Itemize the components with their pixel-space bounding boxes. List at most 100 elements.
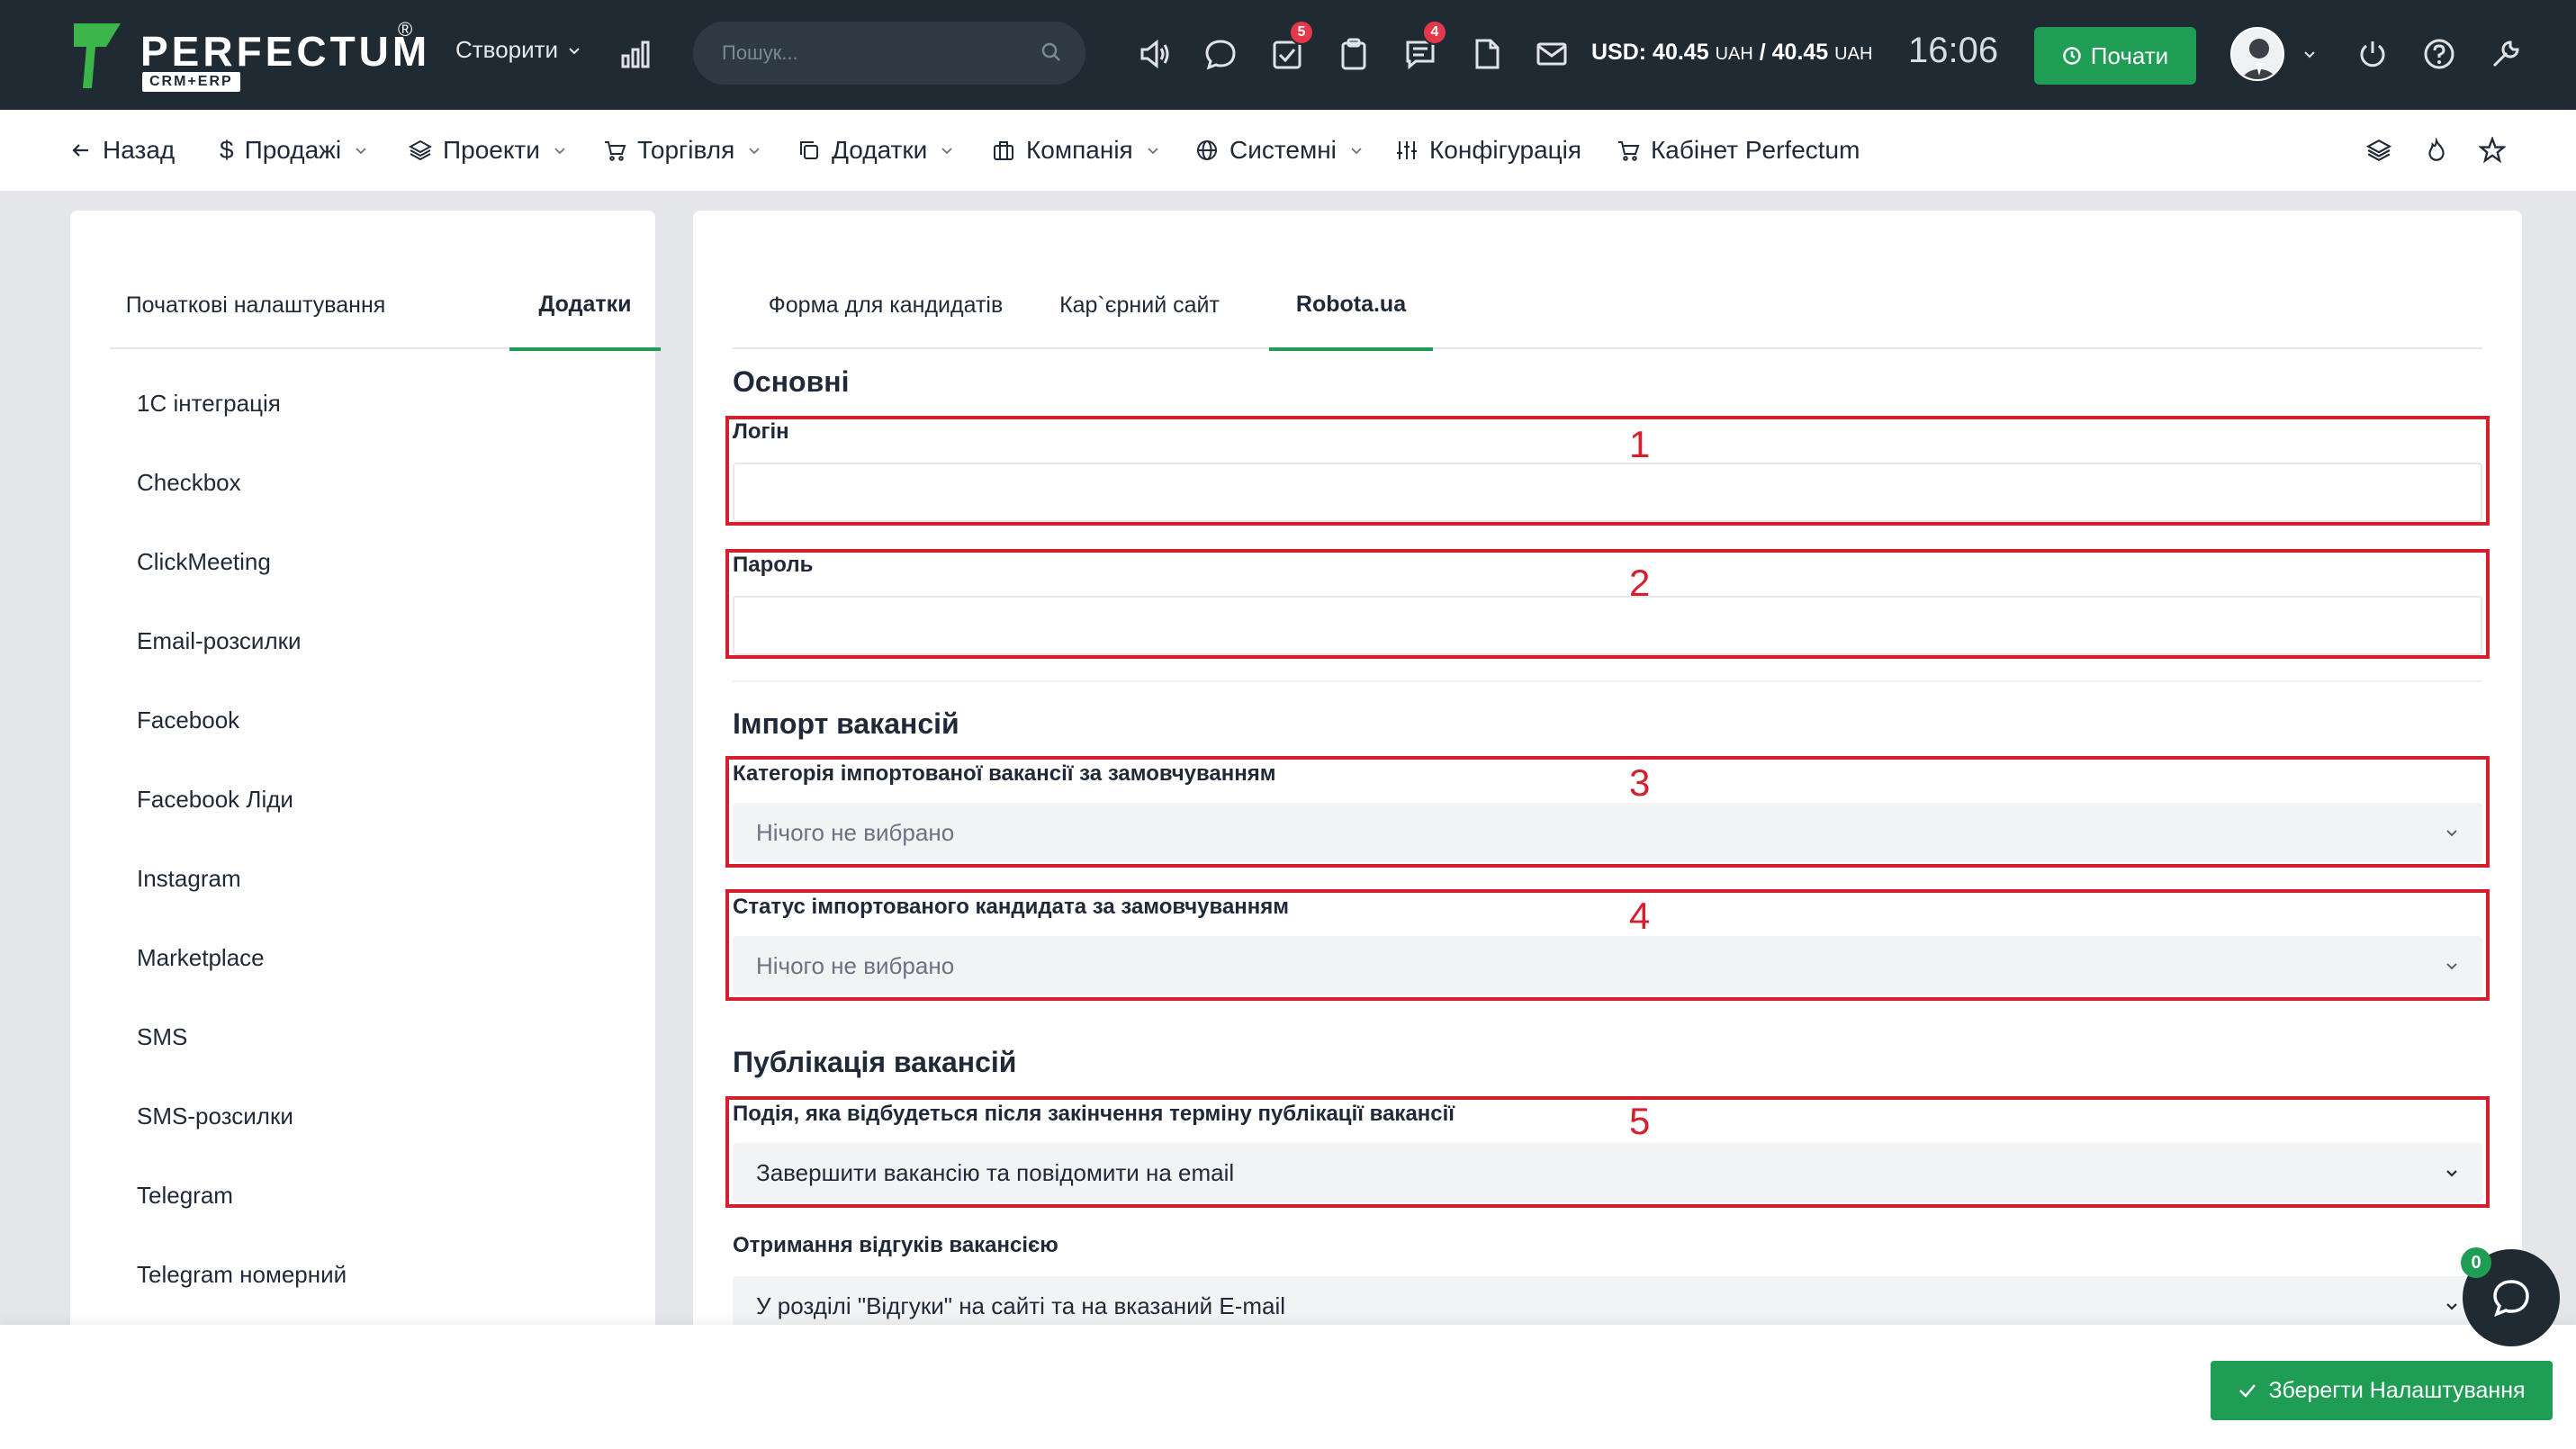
search-icon[interactable]	[1040, 41, 1062, 63]
sidebar-item-telegram[interactable]: Telegram	[137, 1156, 347, 1235]
chevron-down-icon	[941, 148, 952, 155]
nav-back[interactable]: Назад	[70, 110, 175, 191]
search-input[interactable]	[722, 22, 1028, 85]
nav-system[interactable]: Системні	[1195, 110, 1364, 191]
copy-icon	[800, 141, 818, 159]
sidebar-item-telegram-number[interactable]: Telegram номерний	[137, 1235, 347, 1314]
password-label: Пароль	[733, 553, 814, 577]
start-label: Почати	[2090, 41, 2169, 69]
star-icon[interactable]	[2475, 133, 2509, 167]
chevron-down-icon	[749, 148, 760, 155]
save-settings-button[interactable]: Зберегти Налаштування	[2211, 1361, 2553, 1420]
nav-addons-label: Додатки	[832, 136, 928, 164]
chevron-down-icon	[554, 148, 565, 155]
help-icon[interactable]	[2419, 32, 2459, 76]
nav-trade[interactable]: Торгівля	[603, 110, 761, 191]
tab-career-site[interactable]: Кар`єрний сайт	[1039, 261, 1240, 349]
event-value: Завершити вакансію та повідомити на emai…	[756, 1158, 1235, 1186]
layers-toggle-icon[interactable]	[2362, 133, 2396, 167]
chat-badge: 0	[2461, 1247, 2491, 1278]
annotation-number-5: 5	[1629, 1100, 1651, 1142]
sidebar-item-1c[interactable]: 1С інтеграція	[137, 364, 347, 443]
content-tabs: Форма для кандидатів Кар`єрний сайт Robo…	[733, 261, 2482, 351]
settings-content: Форма для кандидатів Кар`єрний сайт Robo…	[693, 211, 2522, 1449]
password-field[interactable]	[733, 596, 2482, 655]
tasks-badge: 5	[1289, 20, 1314, 45]
arrow-left-icon	[72, 144, 88, 157]
analytics-icon[interactable]	[616, 32, 655, 76]
cart-icon	[1618, 141, 1640, 161]
chevron-down-icon	[1351, 148, 1362, 155]
status-label: Статус імпортованого кандидата за замовч…	[733, 895, 1290, 919]
tab-robota-ua[interactable]: Robota.ua	[1269, 261, 1433, 351]
login-label: Логін	[733, 419, 789, 444]
nav-system-label: Системні	[1229, 136, 1337, 164]
nav-config[interactable]: Конфігурація	[1395, 110, 1581, 191]
category-label: Категорія імпортованої вакансії за замов…	[733, 761, 1276, 786]
nav-sales[interactable]: $ Продажі	[220, 110, 368, 191]
settings-wrench-icon[interactable]	[2486, 32, 2526, 76]
annotation-number-3: 3	[1629, 761, 1651, 804]
announcements-icon[interactable]	[1134, 32, 1174, 76]
annotation-number-1: 1	[1629, 423, 1651, 465]
footer-bar: Зберегти Налаштування	[0, 1325, 2576, 1449]
fire-icon[interactable]	[2419, 133, 2454, 167]
chevron-down-icon	[2446, 1303, 2457, 1310]
sidebar-item-sms[interactable]: SMS	[137, 997, 347, 1076]
create-menu[interactable]: Створити	[455, 36, 581, 64]
power-icon[interactable]	[2353, 32, 2392, 76]
responses-label: Отримання відгуків вакансією	[733, 1233, 1058, 1257]
sidebar-item-checkbox[interactable]: Checkbox	[137, 443, 347, 522]
nav-config-label: Конфігурація	[1429, 136, 1582, 164]
tab-initial-settings[interactable]: Початкові налаштування	[110, 261, 401, 349]
search-box	[693, 22, 1085, 85]
nav-sales-label: Продажі	[244, 136, 342, 164]
mail-icon[interactable]	[1532, 32, 1572, 76]
settings-sidebar: Початкові налаштування Додатки 1С інтегр…	[70, 211, 661, 1449]
tab-addons[interactable]: Додатки	[509, 261, 661, 351]
nav-projects[interactable]: Проекти	[409, 110, 567, 191]
cart-icon	[605, 141, 626, 161]
sidebar-item-facebook-leads[interactable]: Facebook Ліди	[137, 760, 347, 839]
clipboard-icon[interactable]	[1334, 32, 1374, 76]
addons-list: 1С інтеграція Checkbox ClickMeeting Emai…	[137, 364, 347, 1314]
sidebar-item-sms-mailing[interactable]: SMS-розсилки	[137, 1076, 347, 1156]
create-label: Створити	[455, 36, 559, 63]
user-avatar[interactable]	[2230, 27, 2284, 81]
check-icon	[2239, 1384, 2256, 1398]
status-select[interactable]: Нічого не вибрано	[733, 936, 2482, 995]
nav-company[interactable]: Компанія	[992, 110, 1160, 191]
section-basic: Основні	[733, 365, 850, 398]
category-select[interactable]: Нічого не вибрано	[733, 803, 2482, 862]
dollar-icon: $	[220, 136, 234, 164]
chevron-down-icon	[569, 47, 580, 54]
sidebar-item-facebook[interactable]: Facebook	[137, 680, 347, 760]
user-menu-chevron-icon[interactable]	[2302, 47, 2317, 61]
start-timer-button[interactable]: Почати	[2034, 27, 2196, 85]
messages-icon[interactable]: 4	[1401, 20, 1447, 76]
document-icon[interactable]	[1467, 32, 1507, 76]
currency-rate: USD: 40.45 UAH / 40.45 UAH	[1591, 40, 1872, 66]
currency-sep: / 40.45	[1752, 40, 1835, 65]
briefcase-icon	[994, 141, 1013, 160]
tab-candidate-form[interactable]: Форма для кандидатів	[733, 261, 1039, 349]
chat-icon[interactable]	[1201, 32, 1240, 76]
main-nav: Назад $ Продажі Проекти Торгівля Додатки…	[0, 110, 2576, 191]
tasks-icon[interactable]: 5	[1267, 20, 1314, 76]
sidebar-tabs: Початкові налаштування Додатки	[110, 261, 661, 351]
brand-name: PERFECTUM	[140, 28, 431, 75]
brand-logo[interactable]: PERFECTUM ® CRM+ERP	[70, 18, 431, 94]
sidebar-item-clickmeeting[interactable]: ClickMeeting	[137, 522, 347, 601]
chevron-down-icon	[356, 148, 366, 155]
event-select[interactable]: Завершити вакансію та повідомити на emai…	[733, 1143, 2482, 1202]
sliders-icon	[1397, 141, 1417, 159]
nav-cabinet[interactable]: Кабінет Perfectum	[1617, 110, 1860, 191]
nav-back-label: Назад	[103, 136, 176, 164]
nav-addons[interactable]: Додатки	[797, 110, 954, 191]
sidebar-item-email[interactable]: Email-розсилки	[137, 601, 347, 680]
login-field[interactable]	[733, 463, 2482, 522]
sidebar-item-marketplace[interactable]: Marketplace	[137, 918, 347, 997]
sidebar-item-instagram[interactable]: Instagram	[137, 839, 347, 918]
currency-usd: USD: 40.45	[1591, 40, 1709, 65]
section-import: Імпорт вакансій	[733, 707, 959, 740]
